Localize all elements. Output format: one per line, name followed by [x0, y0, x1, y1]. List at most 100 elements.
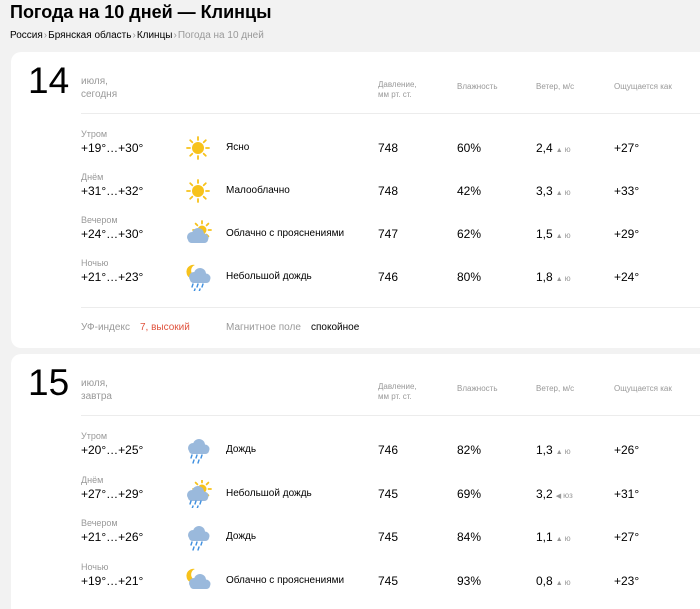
page-title: Погода на 10 дней — Клинцы [10, 2, 272, 22]
temperature: +31°…+32° [81, 184, 144, 198]
feels-like: +24° [614, 270, 640, 284]
forecast-row: Днём +31°…+32° Малооблачно 748 42% 3,3 ▲ ю… [11, 172, 700, 212]
time-of-day: Вечером [81, 215, 118, 225]
sun-icon [184, 177, 212, 205]
temperature: +19°…+30° [81, 141, 144, 155]
humidity: 93% [457, 574, 482, 588]
magnetic-field-label: Магнитное поле [226, 322, 301, 333]
wind-direction-icon: ▲ [555, 449, 563, 456]
feels-like: +27° [614, 141, 640, 155]
pressure: 748 [378, 184, 399, 198]
forecast-row: Ночью +21°…+23° Небольшой дождь 746 80% … [11, 258, 700, 298]
forecast-row: Днём +27°…+29° Небольшой дождь 745 69% 3… [11, 475, 700, 515]
forecast-row: Вечером +24°…+30° Облачно с прояснениями… [11, 215, 700, 255]
column-header-feels: Ощущается как [614, 384, 672, 393]
magnetic-field-value: спокойное [311, 322, 360, 333]
day-number: 15 [28, 362, 70, 403]
humidity: 60% [457, 141, 482, 155]
wind-direction-icon: ▲ [555, 536, 563, 543]
breadcrumb-separator: › [43, 30, 48, 41]
wind: 3,2 ◀ юз [536, 487, 573, 501]
temperature: +21°…+26° [81, 530, 144, 544]
rain-icon [184, 523, 212, 551]
day-date-label: июля, завтра [81, 378, 112, 402]
wind: 3,3 ▲ ю [536, 184, 571, 198]
temperature: +24°…+30° [81, 227, 144, 241]
wind: 0,8 ▲ ю [536, 574, 571, 588]
breadcrumb-separator: › [173, 30, 177, 41]
column-header-humidity: Влажность [457, 82, 498, 91]
condition: Небольшой дождь [226, 488, 312, 499]
night-rain-icon [184, 263, 212, 293]
divider [81, 113, 700, 114]
humidity: 62% [457, 227, 482, 241]
pressure: 746 [378, 270, 399, 284]
pressure: 745 [378, 487, 399, 501]
forecast-row: Утром +19°…+30° Ясно 748 60% 2,4 ▲ ю +27° [11, 129, 700, 169]
day-number: 14 [28, 60, 70, 101]
wind: 1,8 ▲ ю [536, 270, 571, 284]
pressure: 745 [378, 530, 399, 544]
breadcrumb-current: Погода на 10 дней [177, 30, 264, 41]
feels-like: +33° [614, 184, 640, 198]
condition: Облачно с прояснениями [226, 575, 345, 586]
forecast-row: Утром +20°…+25° Дождь 746 82% 1,3 ▲ ю +26° [11, 431, 700, 471]
day-card-today: 14 июля, сегодня Давление, мм рт. ст. Влаж… [11, 52, 700, 348]
wind-direction-icon: ▲ [555, 580, 563, 587]
time-of-day: Утром [81, 431, 108, 441]
night-cloudy-icon [184, 567, 212, 595]
wind-direction-icon: ◀ [555, 493, 562, 500]
divider [81, 415, 700, 416]
column-header-pressure: Давление, мм рт. ст. [378, 382, 417, 401]
condition: Ясно [226, 142, 250, 153]
pressure: 745 [378, 574, 399, 588]
breadcrumb-link-country[interactable]: Россия [10, 30, 43, 41]
column-header-wind: Ветер, м/с [536, 384, 575, 393]
time-of-day: Утром [81, 129, 108, 139]
temperature: +21°…+23° [81, 270, 144, 284]
wind: 2,4 ▲ ю [536, 141, 571, 155]
wind-direction-icon: ▲ [555, 233, 563, 240]
feels-like: +23° [614, 574, 640, 588]
feels-like: +31° [614, 487, 640, 501]
condition: Дождь [226, 531, 257, 542]
humidity: 42% [457, 184, 482, 198]
wind-direction-icon: ▲ [555, 147, 563, 154]
partly-cloudy-icon [184, 220, 212, 248]
sun-rain-icon [184, 479, 212, 510]
column-header-wind: Ветер, м/с [536, 82, 575, 91]
breadcrumb-link-region[interactable]: Брянская область [48, 30, 131, 41]
column-header-feels: Ощущается как [614, 82, 672, 91]
time-of-day: Ночью [81, 562, 109, 572]
pressure: 746 [378, 443, 399, 457]
day-date-label: июля, сегодня [81, 76, 118, 100]
forecast-row: Вечером +21°…+26° Дождь 745 84% 1,1 ▲ ю +2… [11, 518, 700, 558]
breadcrumb-separator: › [132, 30, 136, 41]
condition: Небольшой дождь [226, 271, 312, 282]
time-of-day: Ночью [81, 258, 109, 268]
condition: Дождь [226, 444, 257, 455]
column-header-pressure: Давление, мм рт. ст. [378, 80, 417, 99]
forecast-row: Ночью +19°…+21° Облачно с прояснениями 7… [11, 562, 700, 602]
humidity: 69% [457, 487, 482, 501]
temperature: +19°…+21° [81, 574, 144, 588]
humidity: 80% [457, 270, 482, 284]
column-header-humidity: Влажность [457, 384, 498, 393]
breadcrumb: Россия›Брянская область›Клинцы›Погода на… [10, 30, 264, 41]
breadcrumb-link-city[interactable]: Клинцы [137, 30, 173, 41]
wind: 1,3 ▲ ю [536, 443, 571, 457]
divider [81, 307, 700, 308]
humidity: 82% [457, 443, 482, 457]
time-of-day: Днём [81, 172, 104, 182]
uv-index-value: 7, высокий [140, 322, 190, 333]
condition: Облачно с прояснениями [226, 228, 345, 239]
feels-like: +26° [614, 443, 640, 457]
wind-direction-icon: ▲ [555, 276, 563, 283]
temperature: +20°…+25° [81, 443, 144, 457]
sun-icon [184, 134, 212, 162]
wind: 1,5 ▲ ю [536, 227, 571, 241]
time-of-day: Вечером [81, 518, 118, 528]
pressure: 747 [378, 227, 399, 241]
feels-like: +29° [614, 227, 640, 241]
humidity: 84% [457, 530, 482, 544]
